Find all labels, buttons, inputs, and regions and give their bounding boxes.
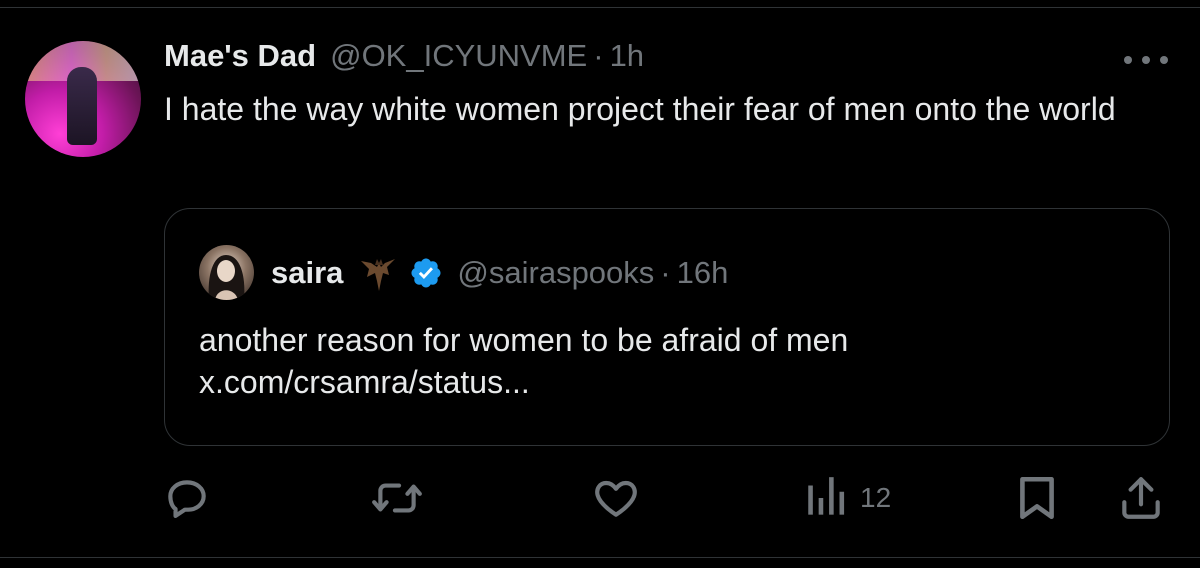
quoted-tweet-text: another reason for women to be afraid of…: [199, 319, 1139, 403]
share-button[interactable]: [1116, 470, 1166, 526]
quoted-tweet-card[interactable]: saira @sairaspooks · 16h another reason …: [164, 208, 1170, 446]
verified-badge-icon: [411, 258, 441, 288]
heart-icon: [595, 480, 637, 517]
quoted-separator-dot: ·: [660, 255, 671, 290]
reply-icon: [168, 480, 206, 518]
views-button[interactable]: 12: [804, 470, 891, 526]
bottom-divider: [0, 557, 1200, 558]
bat-emoji-icon: [361, 259, 396, 291]
tweet-action-bar: 12: [0, 470, 1200, 530]
quoted-author-name[interactable]: saira: [271, 255, 343, 291]
tweet-text: I hate the way white women project their…: [164, 91, 1116, 127]
tweet-header: Mae's Dad @OK_ICYUNVME · 1h: [164, 38, 644, 82]
quoted-text-line: another reason for women to be afraid of…: [199, 322, 849, 358]
bookmark-icon: [1020, 476, 1054, 520]
share-icon: [1122, 477, 1160, 519]
quoted-author-avatar[interactable]: [199, 245, 254, 300]
more-options-icon[interactable]: [1124, 53, 1168, 67]
quoted-link[interactable]: x.com/crsamra/status...: [199, 361, 1139, 403]
quoted-tweet-header: saira @sairaspooks · 16h: [271, 251, 728, 295]
retweet-button[interactable]: [370, 470, 424, 526]
separator-dot: ·: [593, 38, 604, 73]
like-button[interactable]: [590, 470, 642, 526]
tweet-timestamp[interactable]: 1h: [610, 38, 644, 74]
quoted-timestamp[interactable]: 16h: [677, 255, 729, 291]
avatar-figure: [67, 67, 97, 145]
author-name[interactable]: Mae's Dad: [164, 38, 316, 74]
top-divider: [0, 7, 1200, 8]
quoted-author-handle[interactable]: @sairaspooks: [457, 255, 654, 291]
views-icon: [808, 477, 845, 515]
author-avatar[interactable]: [25, 41, 141, 157]
views-count: 12: [860, 482, 892, 513]
bookmark-button[interactable]: [1014, 470, 1060, 526]
reply-button[interactable]: [162, 470, 212, 526]
retweet-icon: [372, 483, 422, 513]
author-handle[interactable]: @OK_ICYUNVME: [330, 38, 587, 74]
